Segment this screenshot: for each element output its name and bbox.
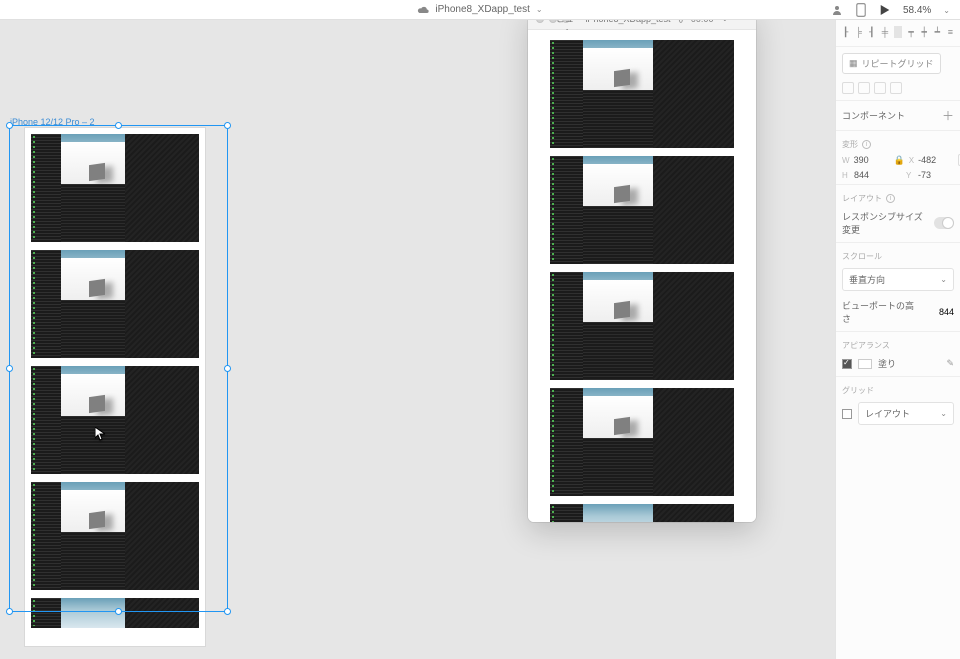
responsive-row: レスポンシブサイズ変更 (836, 206, 960, 240)
transform-section-label: 変形 i (836, 133, 960, 152)
document-title: iPhone8_XDapp_test (435, 4, 530, 15)
preview-window[interactable]: プレビュー： iPhone8_XDapp_test 00:00 ⌄ (528, 8, 756, 522)
boolean-ops (836, 78, 960, 98)
grid-select-row: レイアウト ⌄ (836, 398, 960, 429)
fill-row: 塗り ✎ (836, 353, 960, 374)
chevron-down-icon: ⌄ (536, 5, 543, 14)
align-center-h-icon[interactable]: ╞ (855, 26, 862, 38)
resize-handle[interactable] (6, 365, 13, 372)
image-row (31, 250, 199, 358)
document-title-area[interactable]: iPhone8_XDapp_test ⌄ (417, 4, 542, 15)
grid-checkbox[interactable] (842, 409, 852, 419)
chevron-down-icon: ⌄ (940, 275, 947, 284)
topbar-right-tools: 58.4% ⌄ (831, 0, 960, 20)
transform-hy-row: H Y (836, 168, 960, 182)
resize-handle[interactable] (6, 608, 13, 615)
height-input[interactable] (854, 170, 890, 180)
scroll-section-label: スクロール (836, 245, 960, 264)
viewport-height-input[interactable] (920, 307, 954, 317)
align-center-v-icon[interactable]: ┿ (921, 26, 928, 38)
h-label: H (842, 171, 850, 180)
y-label: Y (906, 171, 914, 180)
eyedropper-icon[interactable]: ✎ (946, 358, 954, 369)
grid-icon: ▦ (849, 58, 858, 69)
w-label: W (842, 156, 850, 165)
image-row (31, 598, 199, 628)
preview-viewport[interactable] (528, 30, 756, 522)
design-canvas[interactable]: iPhone 12/12 Pro – 2 (0, 20, 835, 659)
viewport-height-label: ビューポートの高さ (842, 299, 916, 325)
viewport-height-row: ビューポートの高さ (836, 295, 960, 329)
grid-value: レイアウト (865, 407, 910, 420)
resize-handle[interactable] (224, 365, 231, 372)
resize-handle[interactable] (224, 122, 231, 129)
artboard[interactable] (25, 128, 205, 646)
transform-wx-row: W 🔒 X (836, 152, 960, 168)
play-icon[interactable] (879, 4, 891, 16)
image-row (31, 134, 199, 242)
align-top-icon[interactable]: ┯ (908, 26, 915, 38)
grid-type-select[interactable]: レイアウト ⌄ (858, 402, 954, 425)
responsive-label: レスポンシブサイズ変更 (842, 210, 930, 236)
exclude-icon[interactable] (890, 82, 902, 94)
info-icon[interactable]: i (862, 140, 871, 149)
add-component-icon[interactable]: ＋ (942, 107, 954, 124)
component-row: コンポーネント ＋ (836, 103, 960, 128)
zoom-level[interactable]: 58.4% (903, 5, 931, 16)
component-label: コンポーネント (842, 109, 905, 122)
fill-checkbox[interactable] (842, 359, 852, 369)
intersect-icon[interactable] (874, 82, 886, 94)
resize-handle[interactable] (224, 608, 231, 615)
fill-swatch[interactable] (858, 359, 872, 369)
info-icon[interactable]: i (886, 194, 895, 203)
scroll-direction-select[interactable]: 垂直方向 ⌄ (842, 268, 954, 291)
preview-image-row (550, 272, 734, 380)
y-input[interactable] (918, 170, 954, 180)
align-right-icon[interactable]: ┨ (868, 26, 875, 38)
repeat-grid-button[interactable]: ▦ リピートグリッド (842, 53, 941, 74)
responsive-toggle[interactable] (934, 217, 954, 229)
image-row (31, 482, 199, 590)
appearance-section-label: アピアランス (836, 334, 960, 353)
preview-image-row (550, 504, 734, 522)
width-input[interactable] (854, 155, 890, 165)
x-input[interactable] (918, 155, 954, 165)
align-toolbar: ┠ ╞ ┨ ╪ ┯ ┿ ┷ ≡ (836, 20, 960, 44)
cloud-icon (417, 5, 429, 15)
image-row (31, 366, 199, 474)
repeat-grid-label: リピートグリッド (862, 57, 934, 70)
preview-image-row (550, 156, 734, 264)
artboard-label[interactable]: iPhone 12/12 Pro – 2 (10, 117, 95, 127)
chevron-down-icon[interactable]: ⌄ (943, 6, 950, 15)
preview-image-row (550, 40, 734, 148)
app-topbar: iPhone8_XDapp_test ⌄ 58.4% ⌄ (0, 0, 960, 20)
separator (894, 26, 901, 38)
layout-section-label: レイアウト i (836, 187, 960, 206)
fill-label: 塗り (878, 357, 896, 370)
device-preview-icon[interactable] (855, 4, 867, 16)
grid-section-label: グリッド (836, 379, 960, 398)
lock-icon[interactable]: 🔒 (894, 155, 905, 166)
scroll-select-row: 垂直方向 ⌄ (836, 264, 960, 295)
distribute-icon[interactable]: ≡ (947, 26, 954, 38)
align-middle-icon[interactable]: ╪ (881, 26, 888, 38)
subtract-icon[interactable] (858, 82, 870, 94)
scroll-value: 垂直方向 (849, 273, 885, 286)
chevron-down-icon: ⌄ (940, 409, 947, 418)
inspector-panel: ┠ ╞ ┨ ╪ ┯ ┿ ┷ ≡ ▦ リピートグリッド コンポーネント ＋ 変形 … (835, 20, 960, 659)
align-left-icon[interactable]: ┠ (842, 26, 849, 38)
union-icon[interactable] (842, 82, 854, 94)
user-icon[interactable] (831, 4, 843, 16)
align-bottom-icon[interactable]: ┷ (934, 26, 941, 38)
preview-image-row (550, 388, 734, 496)
repeat-grid-row: ▦ リピートグリッド (836, 49, 960, 78)
x-label: X (909, 156, 914, 165)
